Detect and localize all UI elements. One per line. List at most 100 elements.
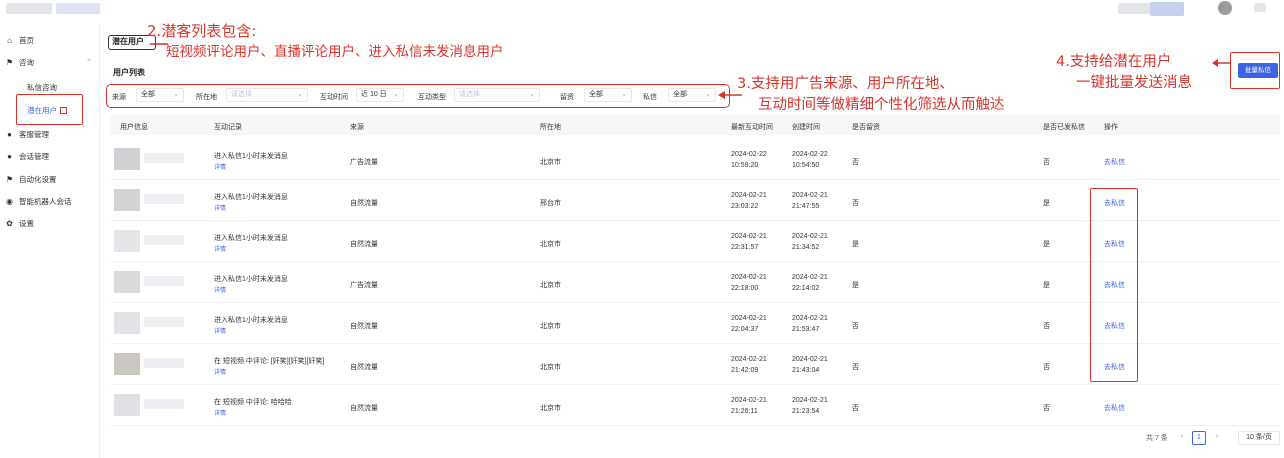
col-latest-time: 最新互动时间 (731, 124, 773, 131)
flag2-icon: ⚑ (6, 174, 14, 184)
created-date: 2024-02-21 (792, 356, 828, 363)
chevron-down-icon: ⌄ (173, 91, 179, 98)
pagination-next[interactable]: › (1210, 431, 1224, 445)
latest-time: 21:26:11 (731, 408, 758, 415)
pagination-page-1[interactable]: 1 (1192, 431, 1206, 445)
sidebar-item-service-mgmt[interactable]: ● 客服管理 (6, 127, 49, 141)
source-cell: 自然流量 (350, 323, 378, 330)
interaction-record: 在 短视频 中评论: [奸笑][奸笑][奸笑] (214, 358, 325, 365)
go-dm-link[interactable]: 去私信 (1104, 157, 1125, 167)
source-cell: 自然流量 (350, 405, 378, 412)
dm-sent-cell: 是 (1043, 241, 1050, 248)
sidebar-item-label: 智能机器人会话 (19, 196, 72, 206)
leads-cell: 否 (852, 405, 859, 412)
col-location: 所在地 (540, 124, 561, 131)
annotation-3-title: 3.支持用广告来源、用户所在地、 (737, 76, 954, 92)
filter-time-select[interactable]: 近 10 日 ⌄ (356, 88, 404, 102)
user-name (144, 153, 184, 163)
chevron-up-icon[interactable]: ⌃ (86, 58, 92, 66)
user-name (144, 399, 184, 409)
sidebar-item-label: 自动化设置 (19, 174, 57, 184)
pagination-prev[interactable]: ‹ (1175, 431, 1189, 445)
sidebar-item-settings[interactable]: ✿ 设置 (6, 216, 34, 230)
list-title: 用户列表 (113, 68, 145, 77)
avatar[interactable] (1218, 1, 1232, 15)
detail-link[interactable]: 详情 (214, 203, 226, 212)
latest-date: 2024-02-21 (731, 192, 767, 199)
sidebar-item-consult[interactable]: ⚑ 咨询 (6, 55, 34, 69)
dm-sent-cell: 是 (1043, 282, 1050, 289)
robot-icon: ◉ (6, 196, 13, 206)
interaction-record: 进入私信1小时未发消息 (214, 317, 288, 324)
latest-date: 2024-02-21 (731, 315, 767, 322)
avatar (114, 353, 140, 375)
batch-dm-button[interactable]: 批量私信 (1238, 63, 1278, 78)
user-icon: ● (7, 129, 12, 139)
detail-link[interactable]: 详情 (214, 367, 226, 376)
filter-type-select[interactable]: 请选择 ⌄ (454, 88, 540, 102)
col-leads: 是否留资 (852, 124, 880, 131)
latest-time: 22:04:37 (731, 326, 759, 333)
filter-dm-select[interactable]: 全部 ⌄ (668, 88, 716, 102)
latest-date: 2024-02-21 (731, 233, 767, 240)
header-tab (56, 3, 100, 14)
leads-cell: 是 (852, 282, 859, 289)
sidebar-item-robot[interactable]: ◉ 智能机器人会话 (6, 194, 72, 208)
leads-cell: 是 (852, 241, 859, 248)
avatar (114, 230, 140, 252)
filter-leads-select[interactable]: 全部 ⌄ (584, 88, 632, 102)
location-cell: 北京市 (540, 282, 561, 289)
user-name (144, 358, 184, 368)
go-dm-link[interactable]: 去私信 (1104, 403, 1125, 413)
gear-icon: ✿ (6, 218, 13, 228)
filter-type-label: 互动类型 (418, 94, 446, 101)
avatar (114, 189, 140, 211)
interaction-record: 在 短视频 中评论: 哈哈哈 (214, 399, 292, 406)
sidebar-item-potential-users[interactable]: 潜在用户 (27, 105, 67, 116)
leads-cell: 否 (852, 159, 859, 166)
created-date: 2024-02-21 (792, 192, 828, 199)
filter-location-label: 所在地 (196, 94, 217, 101)
filter-time-label: 互动时间 (320, 94, 348, 101)
latest-date: 2024-02-22 (731, 151, 767, 158)
annotation-2-body: 短视频评论用户、直播评论用户、进入私信未发消息用户 (166, 44, 504, 60)
detail-link[interactable]: 详情 (214, 162, 226, 171)
sidebar-item-dm-consult[interactable]: 私信咨询 (27, 82, 57, 93)
detail-link[interactable]: 详情 (214, 408, 226, 417)
col-source: 来源 (350, 124, 364, 131)
select-value: 全部 (673, 91, 687, 98)
interaction-record: 进入私信1小时未发消息 (214, 153, 288, 160)
sidebar-item-automation[interactable]: ⚑ 自动化设置 (6, 172, 57, 186)
filter-source-select[interactable]: 全部 ⌄ (136, 88, 184, 102)
chevron-down-icon: ⌄ (393, 91, 399, 98)
location-cell: 北京市 (540, 241, 561, 248)
menu-icon[interactable] (1254, 3, 1266, 12)
annotation-3-body: 互动时间等做精细个性化筛选从而触达 (758, 97, 1005, 113)
sidebar-item-label: 设置 (19, 218, 34, 228)
page-size-select[interactable]: 10 条/页 (1238, 431, 1280, 445)
sidebar-item-session-mgmt[interactable]: ● 会话管理 (6, 149, 49, 163)
latest-date: 2024-02-21 (731, 397, 767, 404)
latest-date: 2024-02-21 (731, 356, 767, 363)
sidebar-item-home[interactable]: ⌂ 首页 (6, 33, 34, 47)
detail-link[interactable]: 详情 (214, 285, 226, 294)
source-cell: 广告流量 (350, 159, 378, 166)
leads-cell: 否 (852, 364, 859, 371)
filter-location-select[interactable]: 请选择 ⌄ (226, 88, 308, 102)
sidebar-item-label: 咨询 (19, 57, 34, 67)
avatar (114, 394, 140, 416)
latest-time: 10:59:20 (731, 162, 759, 169)
leads-cell: 否 (852, 323, 859, 330)
sidebar-item-label: 会话管理 (19, 151, 49, 161)
users-icon: ● (7, 151, 12, 161)
square-icon (60, 107, 67, 114)
col-user-info: 用户信息 (120, 124, 148, 131)
interaction-record: 进入私信1小时未发消息 (214, 235, 288, 242)
dm-sent-cell: 否 (1043, 323, 1050, 330)
location-cell: 北京市 (540, 159, 561, 166)
detail-link[interactable]: 详情 (214, 244, 226, 253)
header-account[interactable] (1150, 2, 1184, 16)
select-value: 全部 (589, 91, 603, 98)
detail-link[interactable]: 详情 (214, 326, 226, 335)
latest-time: 23:03:22 (731, 203, 759, 210)
